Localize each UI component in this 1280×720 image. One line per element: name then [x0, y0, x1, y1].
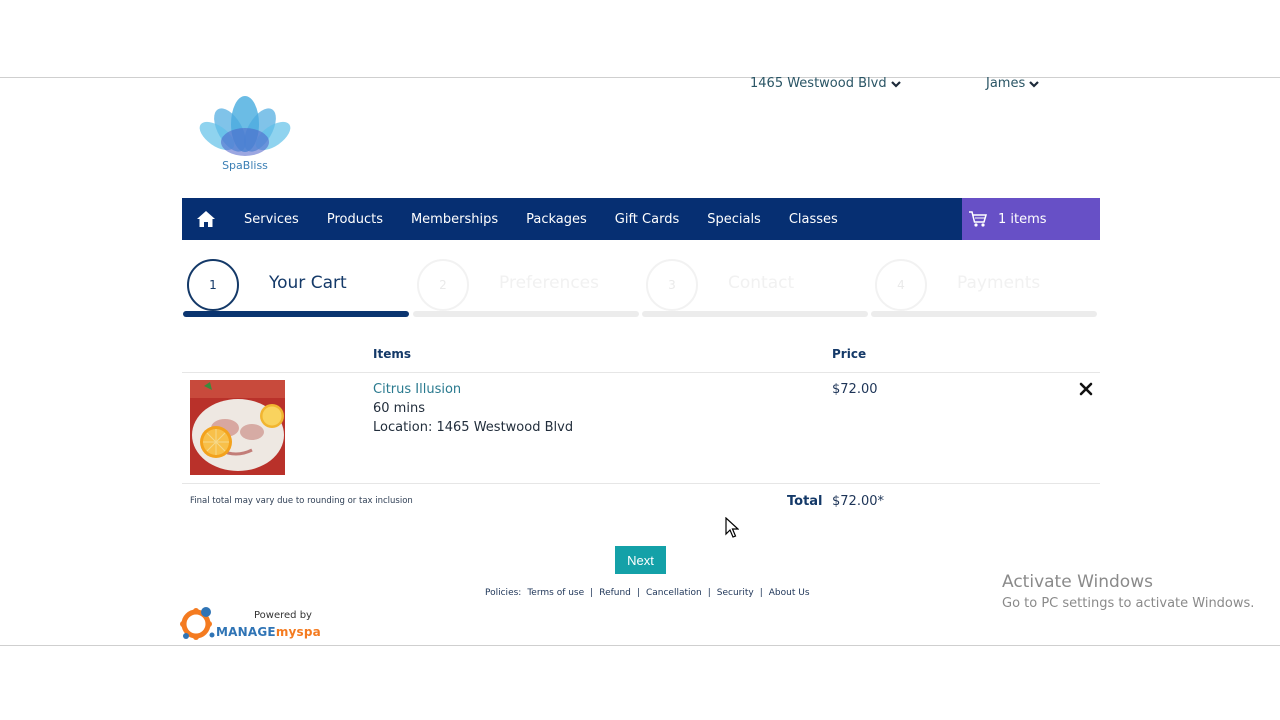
item-price: $72.00: [832, 382, 878, 397]
step-number: 2: [417, 259, 469, 311]
location-selector[interactable]: 1465 Westwood Blvd: [750, 76, 901, 91]
link-terms-of-use[interactable]: Terms of use: [527, 588, 584, 598]
step-number: 1: [187, 259, 239, 311]
activate-title: Activate Windows: [1002, 572, 1153, 592]
table-divider: [182, 372, 1100, 373]
separator: |: [707, 588, 711, 598]
link-about-us[interactable]: About Us: [769, 588, 810, 598]
close-icon: [1079, 382, 1093, 396]
next-button[interactable]: Next: [615, 546, 666, 574]
main-nav: Services Products Memberships Packages G…: [182, 198, 1100, 240]
bottom-divider: [0, 645, 1280, 646]
item-thumbnail: [190, 380, 285, 475]
step-progress-bar: [183, 311, 409, 317]
remove-item-button[interactable]: [1079, 381, 1093, 396]
nav-packages[interactable]: Packages: [512, 198, 601, 240]
powered-by-logo[interactable]: Powered by MANAGEmyspa: [176, 602, 326, 644]
activate-subtitle: Go to PC settings to activate Windows.: [1002, 596, 1255, 611]
mouse-cursor-icon: [725, 517, 739, 538]
step-progress-bar: [871, 311, 1097, 317]
column-header-items: Items: [373, 347, 411, 361]
item-name-link[interactable]: Citrus Illusion: [373, 382, 461, 397]
top-divider: [0, 77, 1280, 78]
nav-products[interactable]: Products: [313, 198, 397, 240]
cart-icon: [969, 211, 987, 227]
checkout-steps: 1 Your Cart 2 Preferences 3 Contact 4 Pa…: [182, 258, 1100, 320]
nav-gift-cards[interactable]: Gift Cards: [601, 198, 693, 240]
nav-memberships[interactable]: Memberships: [397, 198, 512, 240]
step-number: 3: [646, 259, 698, 311]
policies-bar: Policies: Terms of use | Refund | Cancel…: [485, 588, 810, 598]
user-menu[interactable]: James: [986, 76, 1040, 91]
step-label: Preferences: [499, 273, 599, 293]
brand-part-1: MANAGE: [216, 625, 276, 639]
column-header-price: Price: [832, 347, 867, 361]
home-button[interactable]: [182, 198, 230, 240]
chevron-down-icon: [890, 80, 901, 88]
item-duration: 60 mins: [373, 401, 425, 416]
chevron-down-icon: [1029, 80, 1040, 88]
page: 1465 Westwood Blvd James SpaBliss Servic…: [0, 0, 1280, 720]
gear-icon: [180, 607, 215, 640]
nav-classes[interactable]: Classes: [775, 198, 852, 240]
table-divider: [182, 483, 1100, 484]
step-progress-bar: [642, 311, 868, 317]
cart-button[interactable]: 1 items: [962, 198, 1100, 240]
nav-specials[interactable]: Specials: [693, 198, 775, 240]
total-value: $72.00*: [832, 494, 884, 509]
total-label: Total: [787, 494, 823, 509]
step-label: Contact: [728, 273, 795, 293]
step-label: Your Cart: [269, 273, 347, 293]
separator: |: [636, 588, 640, 598]
link-refund[interactable]: Refund: [599, 588, 631, 598]
step-label: Payments: [957, 273, 1041, 293]
nav-services[interactable]: Services: [230, 198, 313, 240]
step-your-cart[interactable]: 1 Your Cart: [182, 258, 410, 320]
powered-by-text: Powered by: [254, 610, 312, 621]
separator: |: [590, 588, 594, 598]
step-preferences[interactable]: 2 Preferences: [412, 258, 640, 320]
brand-name: MANAGEmyspa: [216, 625, 321, 639]
policies-label: Policies:: [485, 588, 522, 598]
user-name: James: [986, 76, 1026, 91]
link-cancellation[interactable]: Cancellation: [646, 588, 702, 598]
separator: |: [759, 588, 763, 598]
total-disclaimer: Final total may vary due to rounding or …: [190, 496, 413, 506]
logo-text: SpaBliss: [222, 159, 268, 172]
home-icon: [197, 211, 215, 227]
step-number: 4: [875, 259, 927, 311]
link-security[interactable]: Security: [717, 588, 754, 598]
step-payments[interactable]: 4 Payments: [870, 258, 1098, 320]
windows-activation-watermark: Activate Windows Go to PC settings to ac…: [1002, 572, 1254, 611]
step-contact[interactable]: 3 Contact: [641, 258, 869, 320]
step-progress-bar: [413, 311, 639, 317]
spa-logo[interactable]: SpaBliss: [195, 94, 295, 176]
spa-facial-image: [190, 380, 285, 475]
cart-count: 1 items: [998, 211, 1047, 227]
lotus-icon: [199, 96, 291, 156]
location-label: 1465 Westwood Blvd: [750, 76, 887, 91]
item-location: Location: 1465 Westwood Blvd: [373, 420, 574, 435]
brand-part-2: myspa: [275, 625, 321, 639]
